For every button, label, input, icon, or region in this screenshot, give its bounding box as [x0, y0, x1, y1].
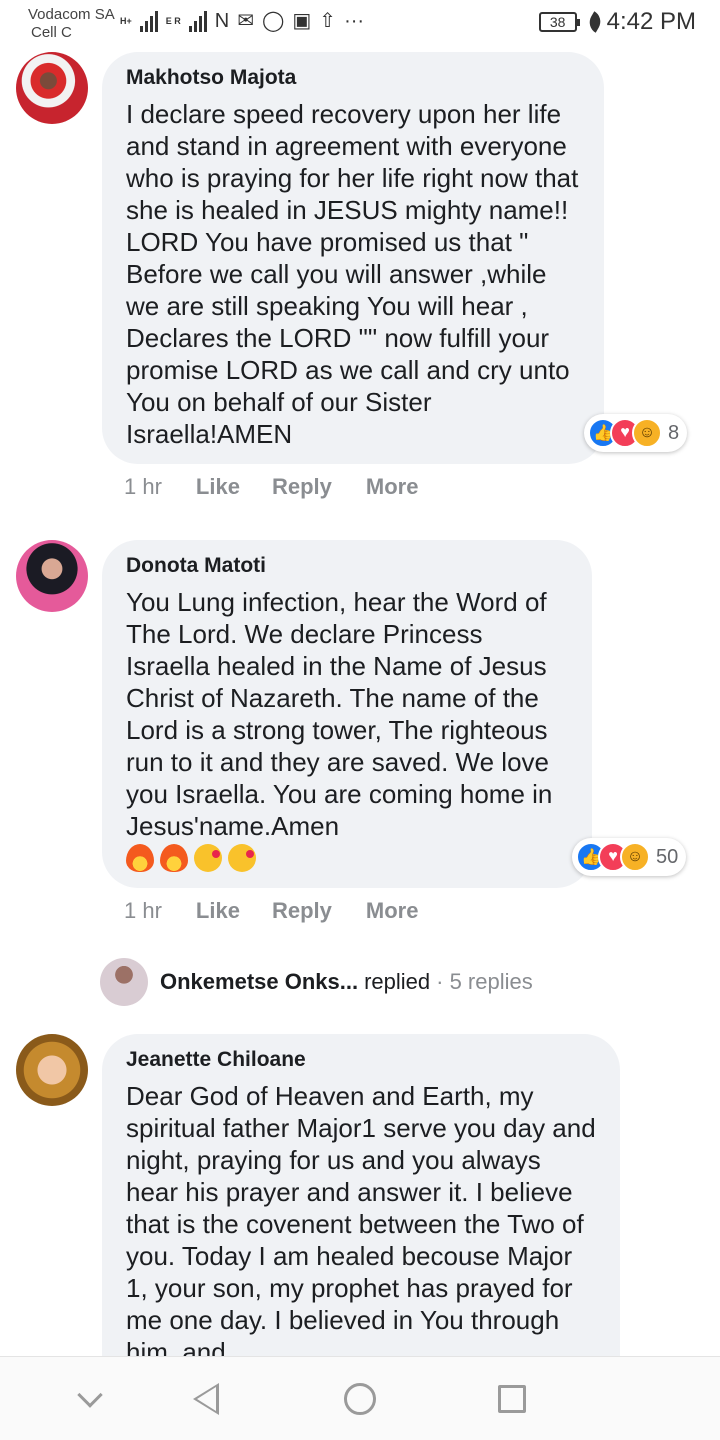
home-circle-icon [344, 1383, 376, 1415]
more-button[interactable]: More [366, 898, 419, 924]
comment-author[interactable]: Donota Matoti [126, 550, 568, 582]
kiss-emoji [228, 844, 256, 872]
reactions-summary[interactable]: 👍 ♥ ☺ 8 [584, 414, 688, 452]
comment-bubble: Donota Matoti You Lung infection, hear t… [102, 540, 592, 888]
comment-actions: 1 hr Like Reply More [124, 898, 418, 924]
home-button[interactable] [340, 1379, 380, 1419]
reply-author: Onkemetse Onks... [160, 969, 359, 994]
comment-text: You Lung infection, hear the Word of The… [126, 587, 560, 841]
chevron-down-icon [77, 1382, 103, 1408]
mail-icon: ✉ [237, 10, 254, 32]
avatar [100, 958, 148, 1006]
network-type-1: H+ [120, 15, 132, 26]
avatar[interactable] [16, 540, 88, 612]
clock: 4:42 PM [606, 8, 696, 35]
navigation-bar [0, 1356, 720, 1440]
signal-icon [139, 10, 158, 32]
comment-time[interactable]: 1 hr [124, 474, 162, 500]
replied-label: replied [364, 969, 431, 994]
avatar[interactable] [16, 52, 88, 124]
carrier-label: Vodacom SA Cell C [28, 6, 115, 42]
recents-square-icon [498, 1385, 526, 1413]
reactions-summary[interactable]: 👍 ♥ ☺ 50 [572, 838, 687, 876]
care-icon: ☺ [620, 842, 650, 872]
hide-navbar-button[interactable] [70, 1379, 110, 1419]
fire-emoji [126, 844, 154, 872]
fire-emoji [160, 844, 188, 872]
comment-author[interactable]: Jeanette Chiloane [126, 1044, 596, 1076]
status-bar: Vodacom SA Cell C H+ E R Ν ✉ ◯ ▣ ⇧ ··· 3… [0, 0, 720, 48]
haha-icon: ☺ [632, 418, 662, 448]
reply-button[interactable]: Reply [272, 898, 332, 924]
whatsapp-icon: ◯ [262, 10, 285, 32]
upload-icon: ⇧ [319, 10, 337, 32]
view-replies-link[interactable]: Onkemetse Onks... replied · 5 replies [100, 958, 533, 1006]
instagram-icon: ▣ [292, 10, 312, 32]
avatar[interactable] [16, 1034, 88, 1106]
more-button[interactable]: More [366, 474, 419, 500]
signal-icon-2 [188, 10, 207, 32]
comment-actions: 1 hr Like Reply More [124, 474, 418, 500]
comment-bubble: Makhotso Majota I declare speed recovery… [102, 52, 604, 464]
like-button[interactable]: Like [196, 898, 240, 924]
n-notification-icon: Ν [214, 10, 230, 32]
comment-text: I declare speed recovery upon her life a… [126, 99, 586, 449]
recents-button[interactable] [492, 1379, 532, 1419]
battery-icon: 38 [538, 12, 580, 32]
comment-author[interactable]: Makhotso Majota [126, 62, 580, 94]
power-saving-icon [584, 11, 605, 33]
carrier-line1: Vodacom SA [28, 6, 115, 23]
like-button[interactable]: Like [196, 474, 240, 500]
network-type-2: E R [165, 15, 181, 26]
status-icons: H+ E R Ν ✉ ◯ ▣ ⇧ ··· [120, 10, 364, 32]
reaction-count: 8 [668, 421, 680, 444]
kiss-emoji [194, 844, 222, 872]
comment-time[interactable]: 1 hr [124, 898, 162, 924]
reply-button[interactable]: Reply [272, 474, 332, 500]
carrier-line2: Cell C [31, 24, 72, 41]
back-triangle-icon [193, 1383, 219, 1415]
more-notifications-icon: ··· [344, 10, 365, 32]
reply-count: · 5 replies [436, 969, 533, 994]
reaction-count: 50 [656, 845, 679, 868]
comment-text: Dear God of Heaven and Earth, my spiritu… [126, 1081, 603, 1367]
back-button[interactable] [186, 1379, 226, 1419]
emoji-row [126, 844, 568, 876]
